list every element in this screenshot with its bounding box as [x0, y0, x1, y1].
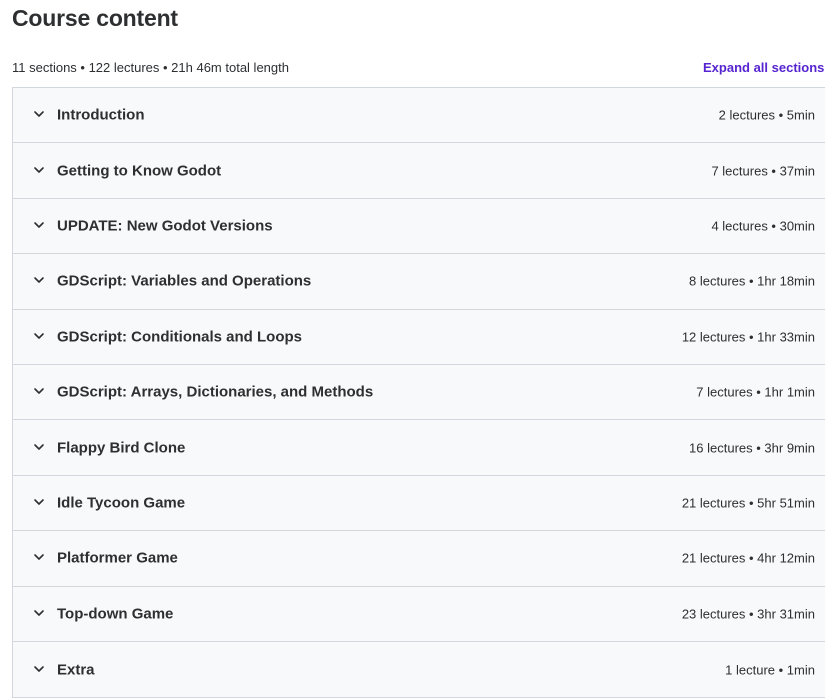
- chevron-down-icon: [33, 274, 45, 286]
- section-row[interactable]: GDScript: Variables and Operations 8 lect…: [13, 254, 825, 310]
- section-row[interactable]: Introduction 2 lectures • 5min: [13, 88, 825, 144]
- section-row[interactable]: Platformer Game 21 lectures • 4hr 12min: [13, 531, 825, 587]
- chevron-down-icon: [33, 441, 45, 453]
- chevron-down-icon: [33, 607, 45, 619]
- chevron-down-icon: [33, 551, 45, 563]
- section-meta: 7 lectures • 1hr 1min: [696, 384, 815, 400]
- section-row[interactable]: Getting to Know Godot 7 lectures • 37min: [13, 143, 825, 199]
- section-title: GDScript: Variables and Operations: [57, 272, 312, 290]
- summary-row: 11 sections • 122 lectures • 21h 46m tot…: [12, 58, 825, 78]
- section-meta: 7 lectures • 37min: [711, 163, 815, 179]
- section-title: GDScript: Arrays, Dictionaries, and Meth…: [57, 383, 374, 401]
- chevron-down-icon: [33, 108, 45, 120]
- section-meta: 4 lectures • 30min: [711, 218, 815, 234]
- section-meta: 12 lectures • 1hr 33min: [681, 329, 815, 345]
- chevron-down-icon: [33, 330, 45, 342]
- section-title: Idle Tycoon Game: [57, 494, 186, 512]
- expand-all-sections-button[interactable]: Expand all sections: [703, 58, 825, 78]
- section-meta: 16 lectures • 3hr 9min: [689, 440, 815, 456]
- section-row[interactable]: GDScript: Arrays, Dictionaries, and Meth…: [13, 364, 825, 421]
- chevron-down-icon: [33, 496, 45, 508]
- section-title: UPDATE: New Godot Versions: [57, 217, 273, 235]
- section-row[interactable]: GDScript: Conditionals and Loops 12 lectu…: [13, 309, 825, 365]
- section-meta: 23 lectures • 3hr 31min: [681, 606, 815, 622]
- section-title: Flappy Bird Clone: [57, 439, 186, 457]
- section-meta: 21 lectures • 4hr 12min: [681, 550, 815, 566]
- section-title: Introduction: [57, 106, 145, 124]
- section-meta: 21 lectures • 5hr 51min: [681, 495, 815, 511]
- chevron-down-icon: [33, 219, 45, 231]
- section-row[interactable]: Extra 1 lecture • 1min: [13, 641, 825, 698]
- section-title: Top-down Game: [57, 605, 174, 623]
- section-title: GDScript: Conditionals and Loops: [57, 328, 302, 346]
- section-row[interactable]: Top-down Game 23 lectures • 3hr 31min: [13, 586, 825, 642]
- section-title: Extra: [57, 661, 95, 679]
- section-row[interactable]: Idle Tycoon Game 21 lectures • 5hr 51min: [13, 475, 825, 532]
- course-summary: 11 sections • 122 lectures • 21h 46m tot…: [12, 60, 289, 75]
- section-meta: 2 lectures • 5min: [718, 107, 815, 123]
- section-row[interactable]: UPDATE: New Godot Versions 4 lectures • 3…: [13, 198, 825, 255]
- section-title: Platformer Game: [57, 549, 178, 567]
- section-row[interactable]: Flappy Bird Clone 16 lectures • 3hr 9min: [13, 420, 825, 476]
- section-title: Getting to Know Godot: [57, 162, 222, 180]
- course-content-panel: Course content 11 sections • 122 lecture…: [0, 0, 825, 698]
- section-meta: 1 lecture • 1min: [725, 662, 815, 678]
- page-title: Course content: [12, 5, 178, 31]
- chevron-down-icon: [33, 164, 45, 176]
- section-meta: 8 lectures • 1hr 18min: [689, 273, 815, 289]
- chevron-down-icon: [33, 385, 45, 397]
- chevron-down-icon: [33, 663, 45, 675]
- section-list: Introduction 2 lectures • 5min Getting to …: [12, 87, 825, 698]
